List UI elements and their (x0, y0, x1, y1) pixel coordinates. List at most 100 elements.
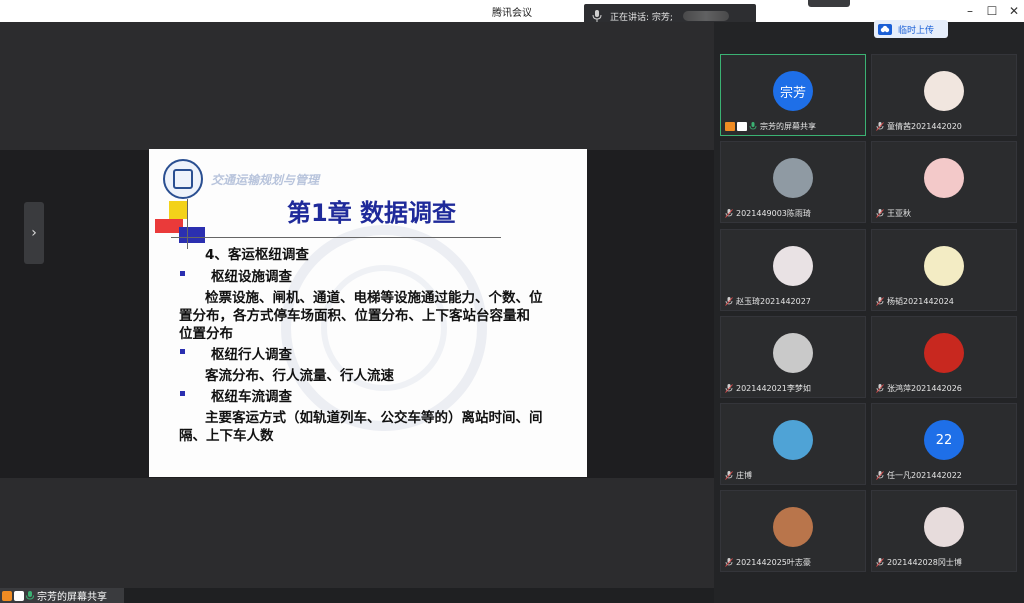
participant-name: 宗芳的屏幕共享 (760, 122, 816, 131)
microphone-icon (876, 122, 884, 131)
participant-tile[interactable]: 张鸿萍2021442026 (871, 316, 1017, 398)
expand-panel-button[interactable]: › (24, 202, 44, 264)
participant-name: 2021442025叶志豪 (736, 558, 811, 567)
microphone-icon (26, 590, 34, 600)
course-title: 交通运输规划与管理 (211, 173, 320, 187)
participant-tile[interactable]: 赵玉琦2021442027 (720, 229, 866, 311)
slide-line: 主要客运方式（如轨道列车、公交车等的）离站时间、间 (205, 410, 543, 426)
slide-line: 枢纽行人调查 (211, 347, 292, 363)
participant-label: 2021442025叶志豪 (725, 557, 811, 568)
microphone-icon (749, 122, 757, 130)
slide-line: 置分布，各方式停车场面积、位置分布、上下客站台容量和 (179, 308, 530, 324)
microphone-icon (725, 558, 733, 567)
avatar (773, 246, 813, 286)
avatar: 22 (924, 420, 964, 460)
participant-label: 2021442028冈士博 (876, 557, 962, 568)
slide-line: 4、客运枢纽调查 (205, 247, 309, 263)
university-logo (163, 159, 203, 199)
deco-vertical-line (187, 199, 188, 249)
presentation-slide: 交通运输规划与管理 第1章 数据调查 4、客运枢纽调查 枢纽设施调查 检票设施、… (149, 149, 587, 477)
bullet-marker (180, 271, 185, 276)
microphone-icon (725, 209, 733, 218)
participant-name: 王亚秋 (887, 209, 911, 218)
participant-tile[interactable]: 2021442025叶志豪 (720, 490, 866, 572)
close-button[interactable]: ✕ (1004, 2, 1024, 20)
minimize-button[interactable]: – (960, 2, 980, 20)
avatar: 宗芳 (773, 71, 813, 111)
microphone-icon (725, 471, 733, 480)
bullet-marker (180, 391, 185, 396)
participant-name: 赵玉琦2021442027 (736, 297, 811, 306)
deco-square-yellow (169, 201, 187, 219)
microphone-icon (725, 384, 733, 393)
participant-name: 庄博 (736, 471, 752, 480)
slide-line: 枢纽设施调查 (211, 269, 292, 285)
participant-label: 童倩茜2021442020 (876, 121, 962, 132)
user-icon (725, 122, 735, 131)
participant-name: 2021442021李梦如 (736, 384, 811, 393)
participant-label: 张鸿萍2021442026 (876, 383, 962, 394)
participant-tile[interactable]: 2021449003陈雨琦 (720, 141, 866, 223)
avatar (773, 420, 813, 460)
avatar (773, 507, 813, 547)
avatar (924, 246, 964, 286)
participant-name: 2021442028冈士博 (887, 558, 962, 567)
avatar (924, 158, 964, 198)
participant-tile[interactable]: 杨韬2021442024 (871, 229, 1017, 311)
chapter-title: 第1章 数据调查 (287, 199, 457, 227)
speaking-label: 正在讲话: 宗芳; (610, 12, 673, 23)
bullet-marker (180, 349, 185, 354)
window-title: 腾讯会议 (492, 8, 532, 19)
blurred-name (682, 11, 729, 21)
microphone-icon (876, 471, 884, 480)
participant-tile[interactable]: 宗芳宗芳的屏幕共享 (720, 54, 866, 136)
participant-label: 宗芳的屏幕共享 (725, 121, 816, 132)
avatar (773, 333, 813, 373)
participant-label: 赵玉琦2021442027 (725, 296, 811, 307)
upload-label: 临时上传 (898, 25, 935, 36)
slide-line: 隔、上下车人数 (179, 428, 274, 444)
user-icon (2, 590, 12, 601)
slide-line: 客流分布、行人流量、行人流速 (205, 368, 394, 384)
microphone-icon (592, 10, 602, 22)
screen-share-icon (737, 122, 747, 131)
participant-name: 2021449003陈雨琦 (736, 209, 811, 218)
cloud-upload-icon (878, 23, 892, 35)
microphone-icon (876, 209, 884, 218)
participant-name: 张鸿萍2021442026 (887, 384, 962, 393)
participant-name: 杨韬2021442024 (887, 297, 954, 306)
participant-tile[interactable]: 王亚秋 (871, 141, 1017, 223)
participant-label: 任一凡2021442022 (876, 470, 962, 481)
avatar (924, 333, 964, 373)
screen-share-icon (14, 590, 24, 601)
temp-upload-button[interactable]: 临时上传 (874, 20, 948, 38)
participant-tile[interactable]: 2021442028冈士博 (871, 490, 1017, 572)
deco-horizontal-line (171, 237, 501, 238)
participant-label: 庄博 (725, 470, 752, 481)
screen-share-badge[interactable]: 宗芳的屏幕共享 (0, 588, 124, 603)
slide-line: 检票设施、闸机、通道、电梯等设施通过能力、个数、位 (205, 290, 543, 306)
microphone-icon (876, 297, 884, 306)
participant-name: 童倩茜2021442020 (887, 122, 962, 131)
avatar (924, 507, 964, 547)
slide-line: 枢纽车流调查 (211, 389, 292, 405)
maximize-button[interactable]: ☐ (982, 2, 1002, 20)
microphone-icon (876, 558, 884, 567)
title-bar: 腾讯会议 – ☐ ✕ (0, 0, 1024, 22)
avatar (924, 71, 964, 111)
microphone-icon (876, 384, 884, 393)
participant-label: 2021449003陈雨琦 (725, 208, 811, 219)
participant-label: 杨韬2021442024 (876, 296, 954, 307)
participant-label: 2021442021李梦如 (725, 383, 811, 394)
participant-tile[interactable]: 庄博 (720, 403, 866, 485)
microphone-icon (725, 297, 733, 306)
participant-name: 任一凡2021442022 (887, 471, 962, 480)
avatar (773, 158, 813, 198)
participant-tile[interactable]: 2021442021李梦如 (720, 316, 866, 398)
participant-tile[interactable]: 童倩茜2021442020 (871, 54, 1017, 136)
slide-line: 位置分布 (179, 326, 233, 342)
participant-tile[interactable]: 22 任一凡2021442022 (871, 403, 1017, 485)
share-badge-label: 宗芳的屏幕共享 (37, 592, 107, 603)
top-drag-handle[interactable] (808, 0, 850, 7)
participant-label: 王亚秋 (876, 208, 911, 219)
